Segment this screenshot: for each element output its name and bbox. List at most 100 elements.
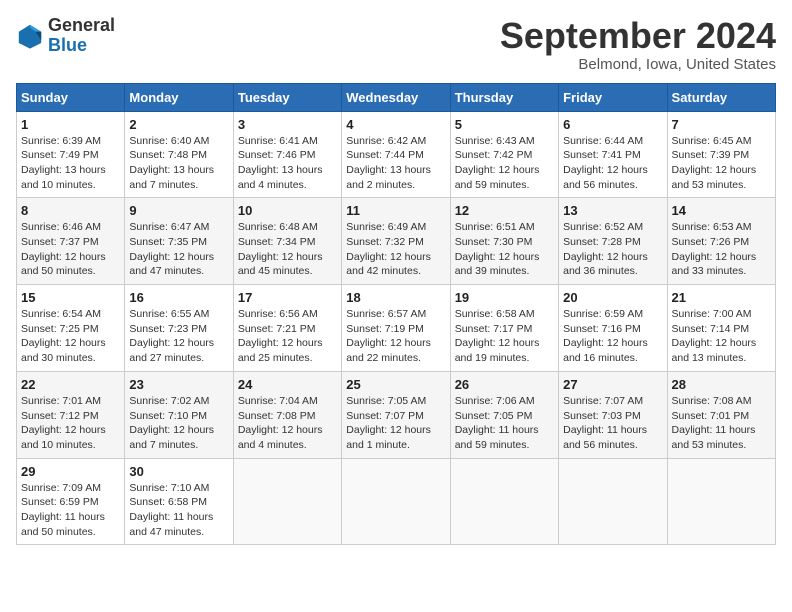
calendar-cell: 2Sunrise: 6:40 AMSunset: 7:48 PMDaylight… <box>125 111 233 198</box>
day-content: Sunrise: 6:56 AMSunset: 7:21 PMDaylight:… <box>238 307 337 366</box>
calendar-cell <box>559 458 667 545</box>
calendar-cell <box>667 458 775 545</box>
day-number: 6 <box>563 117 662 132</box>
page-header: General Blue September 2024 Belmond, Iow… <box>16 16 776 73</box>
logo-text: General Blue <box>48 16 115 56</box>
calendar-cell: 10 Sunrise: 6:48 AMSunset: 7:34 PMDayligh… <box>233 198 341 285</box>
day-content: Sunrise: 7:02 AMSunset: 7:10 PMDaylight:… <box>129 394 228 453</box>
day-number: 27 <box>563 377 662 392</box>
day-content: Sunrise: 7:09 AMSunset: 6:59 PMDaylight:… <box>21 481 120 540</box>
month-title: September 2024 <box>500 16 776 56</box>
calendar-cell: 4 Sunrise: 6:42 AMSunset: 7:44 PMDaylight… <box>342 111 450 198</box>
day-number: 7 <box>672 117 771 132</box>
calendar-cell: 5Sunrise: 6:43 AMSunset: 7:42 PMDaylight… <box>450 111 558 198</box>
calendar-cell: 6 Sunrise: 6:44 AMSunset: 7:41 PMDaylight… <box>559 111 667 198</box>
calendar-cell: 9 Sunrise: 6:47 AMSunset: 7:35 PMDaylight… <box>125 198 233 285</box>
calendar-cell: 12Sunrise: 6:51 AMSunset: 7:30 PMDayligh… <box>450 198 558 285</box>
day-number: 29 <box>21 464 120 479</box>
day-number: 18 <box>346 290 445 305</box>
calendar-cell: 18 Sunrise: 6:57 AMSunset: 7:19 PMDayligh… <box>342 285 450 372</box>
location-text: Belmond, Iowa, United States <box>500 56 776 73</box>
day-content: Sunrise: 6:42 AMSunset: 7:44 PMDaylight:… <box>346 134 445 193</box>
day-content: Sunrise: 7:05 AMSunset: 7:07 PMDaylight:… <box>346 394 445 453</box>
day-number: 30 <box>129 464 228 479</box>
calendar-week-3: 15 Sunrise: 6:54 AMSunset: 7:25 PMDayligh… <box>17 285 776 372</box>
calendar-cell: 14 Sunrise: 6:53 AMSunset: 7:26 PMDayligh… <box>667 198 775 285</box>
weekday-header-thursday: Thursday <box>450 83 558 111</box>
day-content: Sunrise: 6:49 AMSunset: 7:32 PMDaylight:… <box>346 220 445 279</box>
day-number: 26 <box>455 377 554 392</box>
day-number: 28 <box>672 377 771 392</box>
weekday-header-friday: Friday <box>559 83 667 111</box>
calendar-week-1: 1Sunrise: 6:39 AMSunset: 7:49 PMDaylight… <box>17 111 776 198</box>
day-number: 22 <box>21 377 120 392</box>
calendar-cell: 22 Sunrise: 7:01 AMSunset: 7:12 PMDayligh… <box>17 371 125 458</box>
calendar-cell: 30 Sunrise: 7:10 AMSunset: 6:58 PMDayligh… <box>125 458 233 545</box>
day-content: Sunrise: 6:48 AMSunset: 7:34 PMDaylight:… <box>238 220 337 279</box>
weekday-header-tuesday: Tuesday <box>233 83 341 111</box>
calendar-cell <box>342 458 450 545</box>
day-content: Sunrise: 6:58 AMSunset: 7:17 PMDaylight:… <box>455 307 554 366</box>
calendar-week-4: 22 Sunrise: 7:01 AMSunset: 7:12 PMDayligh… <box>17 371 776 458</box>
day-content: Sunrise: 7:10 AMSunset: 6:58 PMDaylight:… <box>129 481 228 540</box>
calendar-cell: 7 Sunrise: 6:45 AMSunset: 7:39 PMDaylight… <box>667 111 775 198</box>
day-content: Sunrise: 7:04 AMSunset: 7:08 PMDaylight:… <box>238 394 337 453</box>
day-number: 20 <box>563 290 662 305</box>
day-content: Sunrise: 6:59 AMSunset: 7:16 PMDaylight:… <box>563 307 662 366</box>
day-number: 23 <box>129 377 228 392</box>
day-number: 8 <box>21 203 120 218</box>
calendar-cell: 11 Sunrise: 6:49 AMSunset: 7:32 PMDayligh… <box>342 198 450 285</box>
day-number: 15 <box>21 290 120 305</box>
day-number: 16 <box>129 290 228 305</box>
calendar-cell <box>450 458 558 545</box>
calendar-cell: 15 Sunrise: 6:54 AMSunset: 7:25 PMDayligh… <box>17 285 125 372</box>
calendar-cell: 13Sunrise: 6:52 AMSunset: 7:28 PMDayligh… <box>559 198 667 285</box>
day-number: 14 <box>672 203 771 218</box>
day-content: Sunrise: 7:07 AMSunset: 7:03 PMDaylight:… <box>563 394 662 453</box>
logo-general-text: General <box>48 16 115 36</box>
day-number: 1 <box>21 117 120 132</box>
logo-icon <box>16 22 44 50</box>
calendar-week-2: 8 Sunrise: 6:46 AMSunset: 7:37 PMDaylight… <box>17 198 776 285</box>
day-number: 11 <box>346 203 445 218</box>
day-content: Sunrise: 6:52 AMSunset: 7:28 PMDaylight:… <box>563 220 662 279</box>
calendar-cell: 26Sunrise: 7:06 AMSunset: 7:05 PMDayligh… <box>450 371 558 458</box>
day-number: 4 <box>346 117 445 132</box>
weekday-header-saturday: Saturday <box>667 83 775 111</box>
logo: General Blue <box>16 16 115 56</box>
calendar-cell: 3Sunrise: 6:41 AMSunset: 7:46 PMDaylight… <box>233 111 341 198</box>
day-content: Sunrise: 6:47 AMSunset: 7:35 PMDaylight:… <box>129 220 228 279</box>
day-number: 17 <box>238 290 337 305</box>
calendar-cell: 25Sunrise: 7:05 AMSunset: 7:07 PMDayligh… <box>342 371 450 458</box>
day-content: Sunrise: 6:46 AMSunset: 7:37 PMDaylight:… <box>21 220 120 279</box>
calendar-cell: 19Sunrise: 6:58 AMSunset: 7:17 PMDayligh… <box>450 285 558 372</box>
calendar-cell <box>233 458 341 545</box>
weekday-header-wednesday: Wednesday <box>342 83 450 111</box>
calendar-cell: 17 Sunrise: 6:56 AMSunset: 7:21 PMDayligh… <box>233 285 341 372</box>
day-number: 24 <box>238 377 337 392</box>
day-content: Sunrise: 6:53 AMSunset: 7:26 PMDaylight:… <box>672 220 771 279</box>
day-number: 10 <box>238 203 337 218</box>
day-content: Sunrise: 7:00 AMSunset: 7:14 PMDaylight:… <box>672 307 771 366</box>
weekday-header-monday: Monday <box>125 83 233 111</box>
day-content: Sunrise: 6:57 AMSunset: 7:19 PMDaylight:… <box>346 307 445 366</box>
day-number: 9 <box>129 203 228 218</box>
day-content: Sunrise: 6:44 AMSunset: 7:41 PMDaylight:… <box>563 134 662 193</box>
calendar-table: SundayMondayTuesdayWednesdayThursdayFrid… <box>16 83 776 546</box>
day-content: Sunrise: 6:41 AMSunset: 7:46 PMDaylight:… <box>238 134 337 193</box>
day-content: Sunrise: 6:54 AMSunset: 7:25 PMDaylight:… <box>21 307 120 366</box>
calendar-cell: 21Sunrise: 7:00 AMSunset: 7:14 PMDayligh… <box>667 285 775 372</box>
day-number: 5 <box>455 117 554 132</box>
day-content: Sunrise: 6:51 AMSunset: 7:30 PMDaylight:… <box>455 220 554 279</box>
calendar-cell: 28Sunrise: 7:08 AMSunset: 7:01 PMDayligh… <box>667 371 775 458</box>
calendar-week-5: 29 Sunrise: 7:09 AMSunset: 6:59 PMDayligh… <box>17 458 776 545</box>
day-content: Sunrise: 6:45 AMSunset: 7:39 PMDaylight:… <box>672 134 771 193</box>
day-content: Sunrise: 7:01 AMSunset: 7:12 PMDaylight:… <box>21 394 120 453</box>
weekday-header-sunday: Sunday <box>17 83 125 111</box>
title-block: September 2024 Belmond, Iowa, United Sta… <box>500 16 776 73</box>
calendar-cell: 1Sunrise: 6:39 AMSunset: 7:49 PMDaylight… <box>17 111 125 198</box>
calendar-cell: 23 Sunrise: 7:02 AMSunset: 7:10 PMDayligh… <box>125 371 233 458</box>
logo-blue-text: Blue <box>48 36 115 56</box>
calendar-cell: 29 Sunrise: 7:09 AMSunset: 6:59 PMDayligh… <box>17 458 125 545</box>
calendar-cell: 16Sunrise: 6:55 AMSunset: 7:23 PMDayligh… <box>125 285 233 372</box>
